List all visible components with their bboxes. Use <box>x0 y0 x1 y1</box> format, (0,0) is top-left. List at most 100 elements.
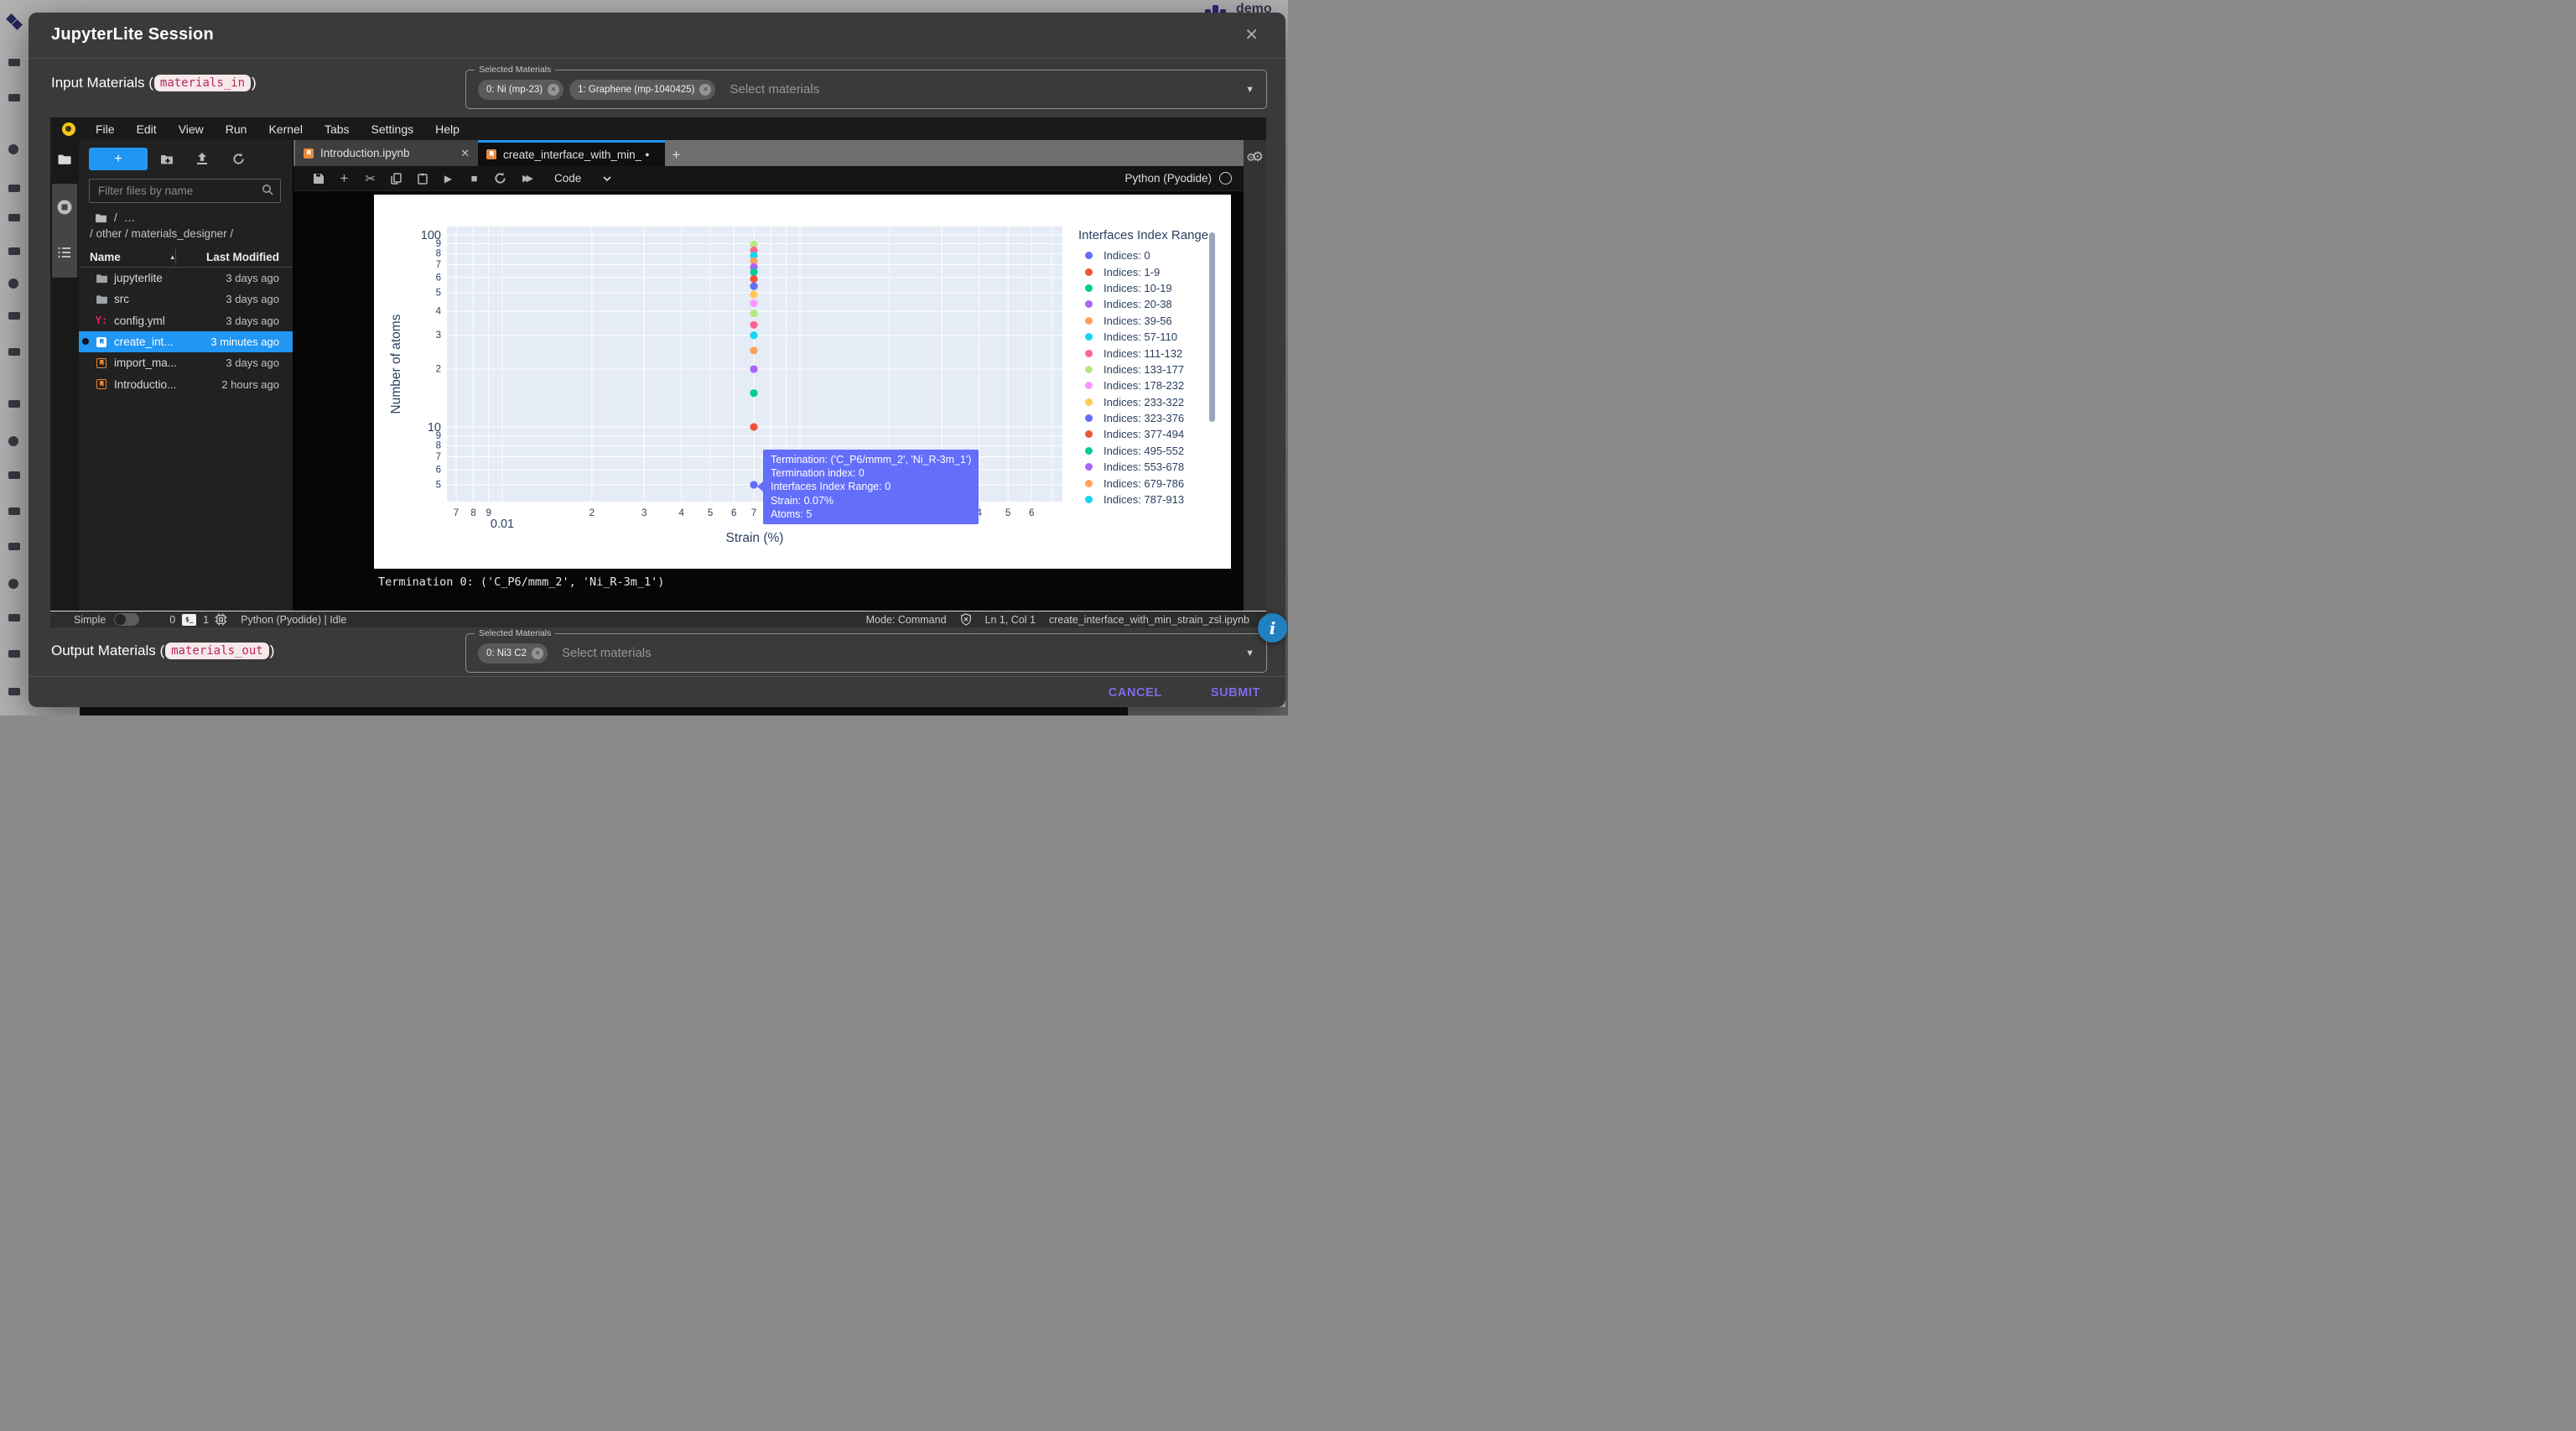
background-bottom-strip-right <box>1128 707 1288 716</box>
legend-item[interactable]: Indices: 178-232 <box>1077 377 1229 393</box>
legend-item[interactable]: Indices: 39-56 <box>1077 313 1229 329</box>
legend-item[interactable]: Indices: 20-38 <box>1077 296 1229 312</box>
legend-item[interactable]: Indices: 787-913 <box>1077 492 1229 507</box>
svg-text:0.01: 0.01 <box>491 518 514 531</box>
svg-text:4: 4 <box>436 307 442 317</box>
menu-item[interactable]: Kernel <box>257 122 313 136</box>
paste-cells-icon[interactable] <box>409 166 435 190</box>
home-folder-icon[interactable] <box>95 213 107 223</box>
column-name[interactable]: Name <box>90 251 121 263</box>
legend-item[interactable]: Indices: 133-177 <box>1077 362 1229 377</box>
svg-text:5: 5 <box>708 508 713 518</box>
legend-item[interactable]: Indices: 57-110 <box>1077 329 1229 345</box>
restart-kernel-icon[interactable] <box>487 166 513 190</box>
material-chip[interactable]: 0: Ni3 C2✕ <box>478 643 548 663</box>
legend-item[interactable]: Indices: 377-494 <box>1077 426 1229 442</box>
tab-introduction[interactable]: Introduction.ipynb ✕ <box>295 140 478 166</box>
run-cell-icon[interactable]: ▶ <box>435 166 461 190</box>
menu-item[interactable]: Help <box>424 122 470 136</box>
file-browser-tab-icon[interactable] <box>50 154 79 165</box>
table-of-contents-tab-icon[interactable] <box>50 246 79 259</box>
running-sessions-tab-icon[interactable] <box>50 199 79 216</box>
breadcrumb-root[interactable]: / <box>114 211 117 224</box>
cut-cells-icon[interactable]: ✂ <box>357 166 383 190</box>
notebook-content[interactable]: 7890.01234567456100987654321098765Strain… <box>293 191 1244 611</box>
material-chip[interactable]: 0: Ni (mp-23)✕ <box>478 80 564 100</box>
tab-close-icon[interactable]: ✕ <box>460 147 470 160</box>
material-chip[interactable]: 1: Graphene (mp-1040425)✕ <box>569 80 715 100</box>
svg-text:6: 6 <box>436 273 441 283</box>
legend-marker-icon <box>1085 366 1093 373</box>
run-all-cells-icon[interactable]: ▶▶ <box>513 166 543 190</box>
svg-text:5: 5 <box>436 288 441 298</box>
breadcrumb-ellipsis[interactable]: … <box>124 211 136 224</box>
chip-remove-icon[interactable]: ✕ <box>532 648 543 659</box>
menu-item[interactable]: View <box>168 122 215 136</box>
kernel-count[interactable]: 1 <box>203 614 209 626</box>
filter-files-input[interactable] <box>89 179 281 203</box>
plot-hover-tooltip: Termination: ('C_P6/mmm_2', 'Ni_R-3m_1')… <box>763 450 979 524</box>
insert-cell-icon[interactable]: + <box>331 166 357 190</box>
menu-item[interactable]: Settings <box>361 122 425 136</box>
refresh-icon[interactable] <box>227 148 249 170</box>
chip-remove-icon[interactable]: ✕ <box>548 84 559 96</box>
interrupt-kernel-icon[interactable]: ■ <box>461 166 487 190</box>
legend-item[interactable]: Indices: 0 <box>1077 247 1229 263</box>
new-tab-button[interactable]: + <box>665 143 688 166</box>
input-materials-select[interactable]: Selected Materials 0: Ni (mp-23)✕ 1: Gra… <box>465 70 1267 109</box>
chip-remove-icon[interactable]: ✕ <box>699 84 711 96</box>
menu-item[interactable]: File <box>85 122 126 136</box>
file-row[interactable]: import_ma... 3 days ago <box>79 352 293 373</box>
menu-item[interactable]: Run <box>215 122 258 136</box>
dropdown-arrow-icon[interactable]: ▼ <box>1245 85 1254 95</box>
background-sidebar-icon <box>8 400 20 408</box>
close-icon[interactable]: ✕ <box>1244 27 1259 44</box>
legend-item[interactable]: Indices: 233-322 <box>1077 394 1229 410</box>
property-inspector-gears-icon[interactable]: ⚙⚙ <box>1246 148 1264 165</box>
file-row[interactable]: create_int... 3 minutes ago <box>79 331 293 352</box>
breadcrumb-path[interactable]: / other / materials_designer / <box>90 227 233 240</box>
legend-item[interactable]: Indices: 553-678 <box>1077 459 1229 475</box>
background-sidebar-icon <box>8 543 20 550</box>
file-row[interactable]: jupyterlite 3 days ago <box>79 268 293 289</box>
legend-item[interactable]: Indices: 111-132 <box>1077 345 1229 361</box>
kernel-switcher[interactable]: Python (Pyodide) <box>1124 172 1232 185</box>
cell-type-dropdown[interactable]: Code <box>554 172 611 185</box>
file-modified: 3 days ago <box>226 293 293 305</box>
background-sidebar-icon <box>8 144 18 154</box>
background-sidebar-icon <box>8 614 20 622</box>
output-variable-code: materials_out <box>165 643 269 659</box>
file-row[interactable]: Introductio... 2 hours ago <box>79 373 293 394</box>
svg-text:6: 6 <box>731 508 736 518</box>
command-mode-indicator[interactable]: Mode: Command <box>866 614 947 626</box>
column-last-modified[interactable]: Last Modified <box>206 251 279 263</box>
file-row[interactable]: src 3 days ago <box>79 289 293 310</box>
legend-item[interactable]: Indices: 323-376 <box>1077 410 1229 426</box>
new-launcher-button[interactable]: + <box>89 148 148 170</box>
output-materials-select[interactable]: Selected Materials 0: Ni3 C2✕ Select mat… <box>465 633 1267 673</box>
info-button[interactable]: i <box>1258 613 1287 643</box>
tooltip-line: Termination index: 0 <box>771 466 971 480</box>
dropdown-arrow-icon[interactable]: ▼ <box>1245 648 1254 658</box>
file-row[interactable]: Y: config.yml 3 days ago <box>79 310 293 331</box>
menu-item[interactable]: Tabs <box>314 122 361 136</box>
simple-mode-toggle[interactable] <box>114 613 139 626</box>
save-icon[interactable] <box>305 166 331 190</box>
cancel-button[interactable]: CANCEL <box>1102 681 1169 705</box>
menu-item[interactable]: Edit <box>126 122 168 136</box>
legend-item[interactable]: Indices: 495-552 <box>1077 443 1229 459</box>
kernel-status-text[interactable]: Python (Pyodide) | Idle <box>241 614 346 626</box>
legend-item[interactable]: Indices: 679-786 <box>1077 475 1229 491</box>
tab-create-interface[interactable]: create_interface_with_min_ ● <box>478 140 665 166</box>
copy-cells-icon[interactable] <box>383 166 409 190</box>
background-sidebar-icon <box>8 185 20 192</box>
legend-scrollbar[interactable] <box>1209 232 1215 422</box>
legend-item[interactable]: Indices: 10-19 <box>1077 280 1229 296</box>
submit-button[interactable]: SUBMIT <box>1204 681 1267 705</box>
new-folder-icon[interactable] <box>156 148 178 170</box>
breadcrumb[interactable]: / … <box>95 211 135 224</box>
legend-item[interactable]: Indices: 1-9 <box>1077 263 1229 279</box>
upload-icon[interactable] <box>191 148 213 170</box>
cursor-position[interactable]: Ln 1, Col 1 <box>985 614 1036 626</box>
terminal-count[interactable]: 0 <box>169 614 175 626</box>
